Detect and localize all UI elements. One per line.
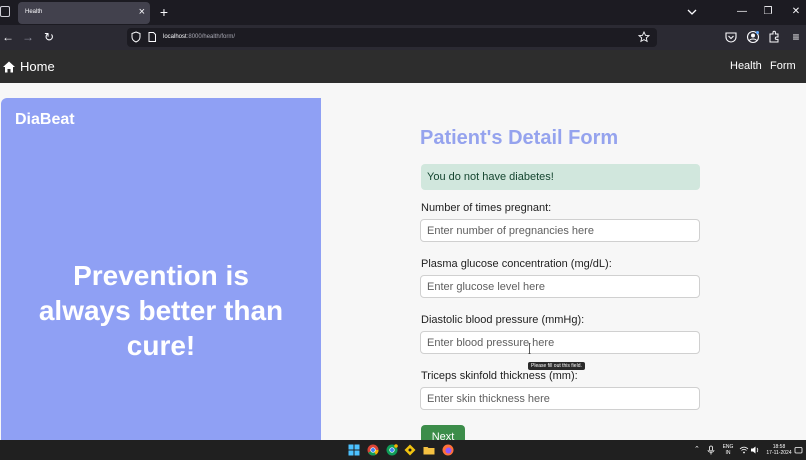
close-window-button[interactable]: ✕ [786,3,806,21]
result-alert: You do not have diabetes! [421,164,700,190]
git-icon[interactable] [404,444,416,456]
tab-title: Health [25,9,43,15]
file-explorer-icon[interactable] [423,444,435,456]
language-indicator[interactable]: ENG IN [720,444,736,456]
skin-thickness-input[interactable] [420,387,700,410]
shield-icon[interactable] [130,31,142,43]
skin-thickness-label: Triceps skinfold thickness (mm): [421,370,578,382]
chrome-icon[interactable] [367,444,379,456]
chrome-profile-icon[interactable] [386,444,398,456]
glucose-input[interactable] [420,275,700,298]
pregnancies-input[interactable] [420,219,700,242]
validation-tooltip: Please fill out this field. [528,362,585,370]
screen: Health × + — ❐ ✕ ← → ↻ localhost:8000/he… [0,0,806,460]
site-header: Home Health Form [0,50,806,83]
clock[interactable]: 18:58 17-11-2024 [764,444,794,456]
taskbar: ⌃ ENG IN 18:58 17-11-2024 [0,440,806,460]
wifi-icon[interactable] [739,445,749,455]
blood-pressure-input[interactable] [420,331,700,354]
slogan-line: always better than [38,295,284,326]
form-title: Patient's Detail Form [420,127,619,149]
url-bar[interactable]: localhost:8000/health/form/ [127,28,657,47]
nav-bar: ← → ↻ localhost:8000/health/form/ ≡ [0,25,806,50]
slogan-line: Prevention is [73,260,249,291]
firefox-icon[interactable] [442,444,454,456]
microphone-icon[interactable] [706,445,716,455]
clock-date: 17-11-2024 [766,450,792,456]
windows-start-icon[interactable] [348,444,360,456]
language-region: IN [725,450,731,456]
hero-title: DiaBeat [15,111,75,128]
notifications-icon[interactable] [794,446,803,455]
tab-strip: Health × + — ❐ ✕ [0,0,806,25]
blood-pressure-label: Diastolic blood pressure (mmHg): [421,314,585,326]
pocket-icon[interactable] [724,30,738,44]
text-cursor-icon [528,343,531,354]
tab-health[interactable]: Health × [18,2,150,24]
slogan-line: cure! [126,330,196,361]
volume-icon[interactable] [750,445,760,455]
content-area: DiaBeat Prevention is always better than… [0,83,806,440]
tab-list-icon[interactable] [0,6,10,17]
back-icon[interactable]: ← [0,29,16,45]
nav-link-form[interactable]: Form [770,60,796,72]
extensions-icon[interactable] [767,30,781,44]
home-icon [3,61,15,72]
pregnancies-label: Number of times pregnant: [421,202,552,214]
next-button[interactable]: Next [421,425,465,440]
url-text[interactable]: localhost:8000/health/form/ [163,34,235,40]
menu-icon[interactable]: ≡ [788,29,804,45]
web-page: Home Health Form DiaBeat Prevention is a… [0,50,806,440]
hero-panel: DiaBeat Prevention is always better than… [1,98,321,440]
new-tab-button[interactable]: + [157,3,171,21]
page-icon [148,32,156,42]
forward-icon[interactable]: → [20,29,36,45]
chevron-down-icon[interactable] [686,6,698,18]
bookmark-star-icon[interactable] [638,31,650,43]
hero-slogan: Prevention is always better than cure! [1,258,321,363]
tray-overflow-icon[interactable]: ⌃ [694,446,700,453]
patient-form: Patient's Detail Form You do not have di… [420,83,710,440]
nav-link-health[interactable]: Health [730,60,762,72]
glucose-label: Plasma glucose concentration (mg/dL): [421,258,612,270]
home-link[interactable]: Home [2,58,55,75]
reload-icon[interactable]: ↻ [41,29,57,45]
url-host: localhost [163,34,187,40]
minimize-button[interactable]: — [732,3,752,21]
restore-button[interactable]: ❐ [758,3,778,21]
account-icon[interactable] [746,30,760,44]
url-path: :8000/health/form/ [186,34,236,40]
close-tab-icon[interactable]: × [139,6,145,18]
brand-label: Home [20,59,55,74]
